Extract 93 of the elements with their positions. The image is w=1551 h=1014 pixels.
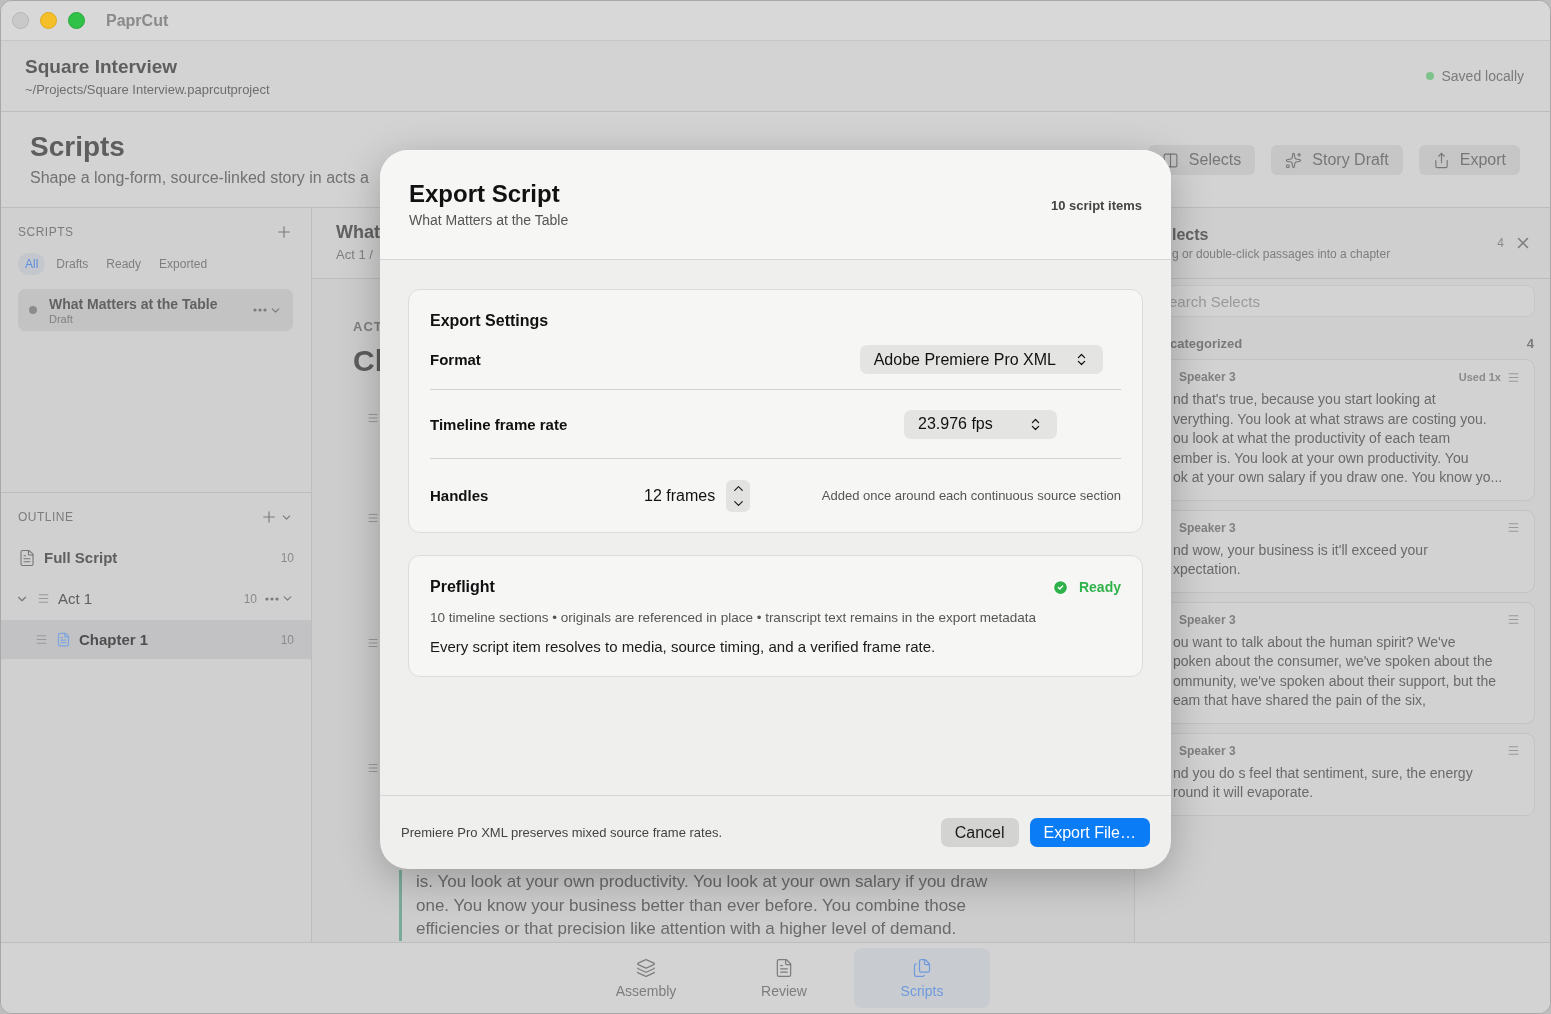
filter-tab[interactable]: Ready	[99, 253, 149, 275]
outline-item[interactable]: Act 1 10	[1, 579, 311, 618]
tab[interactable]: Assembly	[578, 948, 714, 1008]
drag-handle-icon	[1507, 744, 1520, 757]
script-item[interactable]: What Matters at the Table Draft	[18, 289, 293, 331]
project-path: ~/Projects/Square Interview.paprcutproject	[25, 81, 270, 97]
drag-handle-icon	[1507, 613, 1520, 626]
passage-text: nd wow, your business is it'll exceed your xpectation.	[1173, 540, 1429, 579]
speaker-name: Speaker 3	[1179, 370, 1236, 384]
tab[interactable]: Review	[716, 948, 852, 1008]
outline-item[interactable]: Full Script 10	[1, 538, 311, 577]
outline-item[interactable]: Chapter 1 10	[1, 620, 311, 659]
ellipsis-icon	[253, 308, 267, 312]
toolbar-button[interactable]: Export	[1418, 145, 1520, 175]
page-title: Scripts	[30, 132, 125, 163]
section-heading: OUTLINE	[18, 510, 74, 524]
layers-icon	[636, 957, 656, 978]
stepper[interactable]	[726, 479, 751, 512]
setting-label: Format	[430, 351, 482, 368]
outline-label: Act 1	[58, 590, 94, 607]
item-count: 10	[243, 591, 257, 606]
passage-text: nd that's true, because you start looking at verything. You look at what straws are costing you. ou look at what the productivity of each team ember is. You look at your own productivity. You ok at your own salary if you draw one. You know yo...	[1173, 390, 1504, 487]
group-count: 4	[1526, 336, 1534, 351]
plus-icon	[275, 223, 293, 241]
ellipsis-icon	[265, 596, 279, 601]
speaker-name: Speaker 3	[1179, 743, 1236, 758]
setting-note: Added once around each continuous source section	[821, 488, 1121, 503]
share-icon	[1432, 151, 1450, 169]
dialog-subtitle: What Matters at the Table	[409, 212, 569, 228]
select-count: 4	[1497, 236, 1504, 250]
setting-label: Timeline frame rate	[430, 415, 569, 433]
footer-note: Premiere Pro XML preserves mixed source frame rates.	[401, 825, 723, 840]
format-select[interactable]: Adobe Premiere Pro XML	[859, 345, 1103, 374]
document-icon	[18, 548, 36, 567]
script-title: What	[336, 222, 380, 243]
preflight-message: Every script item resolves to media, source timing, and a verified frame rate.	[430, 638, 937, 655]
drag-handle-icon	[367, 512, 379, 524]
project-title: Square Interview	[25, 55, 178, 78]
panel-subtitle: g or double-click passages into a chapter	[1172, 246, 1391, 261]
document-icon	[774, 957, 794, 978]
drag-handle-icon	[1507, 370, 1520, 384]
breadcrumb: Act 1 /	[336, 247, 373, 262]
filter-tab[interactable]: Exported	[152, 253, 215, 275]
usage-label: Used 1x	[1458, 371, 1501, 383]
status-dot	[29, 306, 37, 314]
dialog-title: Export Script	[409, 180, 560, 208]
speaker-name: Speaker 3	[1179, 520, 1236, 535]
drag-handle-icon	[1507, 521, 1520, 534]
speaker-name: Speaker 3	[1179, 612, 1236, 627]
close-window-button[interactable]	[12, 12, 29, 29]
passage-text: nd you do s feel that sentiment, sure, the energy round it will evaporate.	[1173, 763, 1474, 802]
card-heading: Export Settings	[430, 312, 549, 329]
document-icon	[56, 632, 71, 647]
sparkles-icon	[1285, 151, 1303, 169]
handles-value: 12 frames	[644, 486, 716, 505]
preflight-status: Ready	[1078, 579, 1121, 595]
outline-label: Full Script	[44, 549, 119, 566]
app-title: PaprCut	[106, 11, 169, 30]
passage-text: ou want to talk about the human spirit? We've poken about the consumer, we've spoken about the ommunity, we've spoken about their support, but the eam that have shared the pain of the six,	[1173, 632, 1498, 710]
card-heading: Preflight	[430, 578, 495, 596]
frame-rate-select[interactable]: 23.976 fps	[904, 409, 1057, 439]
page-subtitle: Shape a long-form, source-linked story in acts a	[30, 168, 369, 187]
preflight-details: 10 timeline sections • originals are referenced in place • transcript text remains in the export metadata	[430, 610, 1037, 625]
drag-handle-icon	[37, 592, 50, 605]
item-count: 10 script items	[1050, 198, 1142, 215]
cancel-button[interactable]: Cancel	[940, 818, 1019, 847]
item-count: 10	[280, 550, 294, 565]
outline-label: Chapter 1	[79, 631, 150, 648]
minimize-window-button[interactable]	[40, 12, 57, 29]
toolbar-button[interactable]: Story Draft	[1271, 145, 1403, 175]
drag-handle-icon	[367, 762, 379, 774]
script-status: Draft	[49, 312, 73, 325]
act-label: ACT	[353, 319, 383, 334]
drag-handle-icon	[367, 412, 379, 424]
filter-tab[interactable]: Drafts	[49, 253, 96, 275]
zoom-window-button[interactable]	[68, 12, 85, 29]
setting-label: Handles	[430, 487, 490, 504]
tab[interactable]: Scripts	[854, 948, 990, 1008]
plus-icon	[260, 508, 278, 526]
group-label: categorized	[1170, 336, 1243, 351]
status-dot	[1425, 72, 1434, 80]
section-heading: SCRIPTS	[18, 225, 74, 239]
files-icon	[912, 957, 932, 978]
panel-title: lects	[1172, 225, 1209, 244]
save-status: Saved locally	[1441, 68, 1524, 84]
script-title: What Matters at the Table	[49, 295, 218, 312]
add-button[interactable]	[275, 223, 293, 241]
drag-handle-icon	[367, 637, 379, 649]
item-count: 10	[280, 632, 294, 647]
export-button[interactable]: Export File…	[1029, 818, 1150, 847]
filter-tab[interactable]: All	[18, 253, 46, 275]
add-button[interactable]	[260, 508, 293, 526]
drag-handle-icon	[35, 633, 48, 646]
